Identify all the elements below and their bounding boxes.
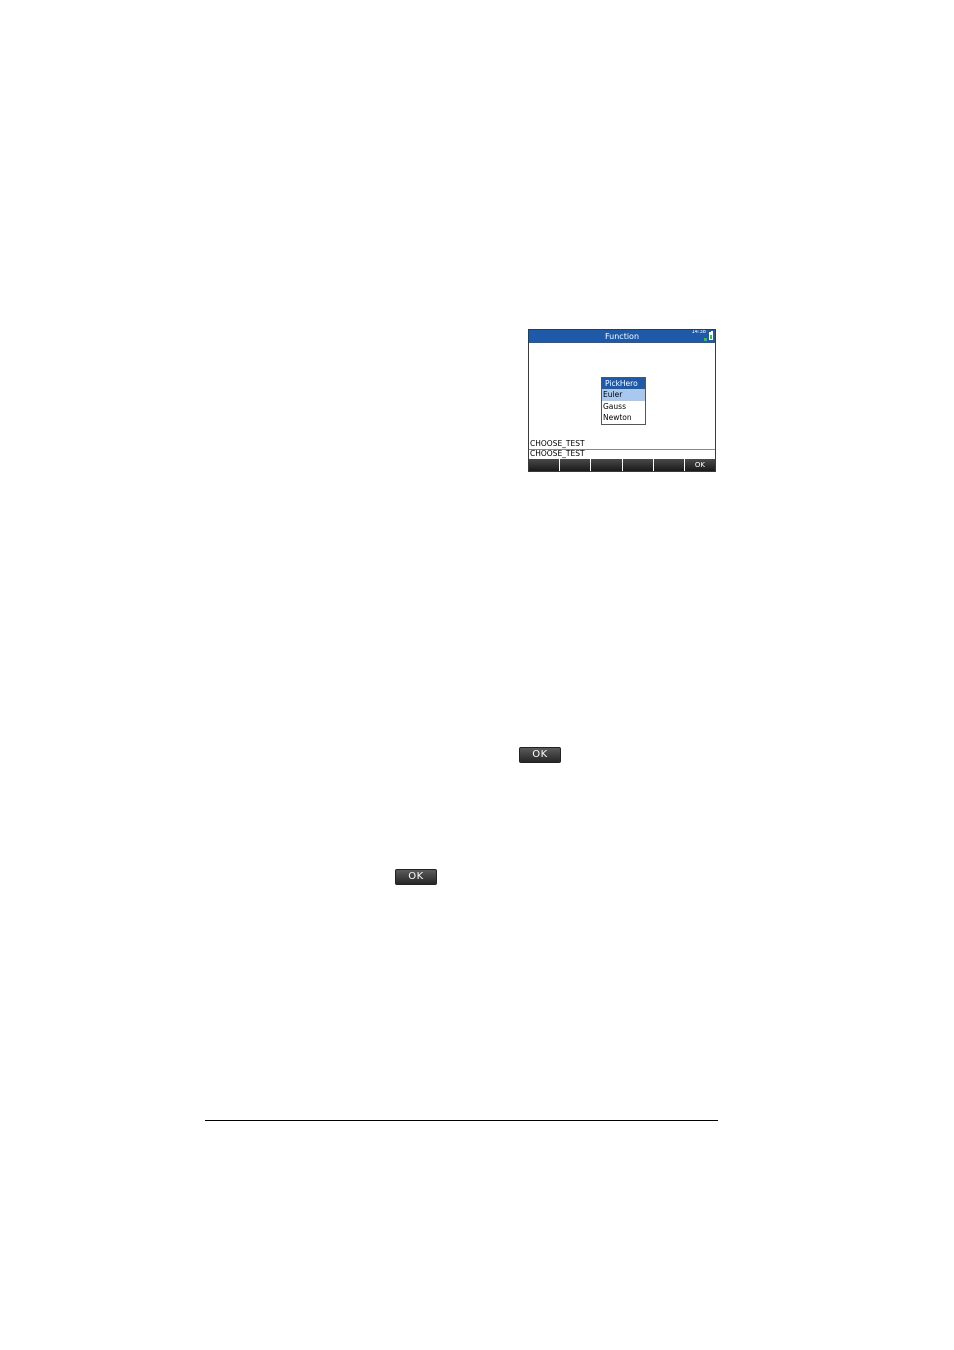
battery-icon [709,331,713,340]
clock: 14:38 [691,329,706,335]
softkey-4[interactable] [622,459,653,471]
choose-item-euler[interactable]: Euler [602,389,645,401]
softkey-5[interactable] [653,459,684,471]
soft-menu: OK [529,459,715,471]
choose-item-gauss[interactable]: Gauss [602,401,645,413]
choose-item-newton[interactable]: Newton [602,412,645,424]
footer-rule [205,1120,718,1121]
ok-key-graphic: OK [519,747,561,763]
choose-dialog-title: PickHero [602,378,645,389]
signal-icon [704,338,707,341]
entry-line[interactable]: CHOOSE_TEST [530,449,585,458]
ok-key-graphic-2: OK [395,869,437,885]
title-bar: Function 14:38 [529,330,715,343]
history-line: CHOOSE_TEST [530,439,585,448]
app-title: Function [604,332,640,341]
softkey-2[interactable] [560,459,591,471]
softkey-1[interactable] [529,459,560,471]
calculator-screen: Function 14:38 PickHero Euler Gauss Newt… [528,329,716,472]
softkey-3[interactable] [591,459,622,471]
ok-softkey[interactable]: OK [684,459,715,471]
choose-dialog: PickHero Euler Gauss Newton [601,377,646,425]
